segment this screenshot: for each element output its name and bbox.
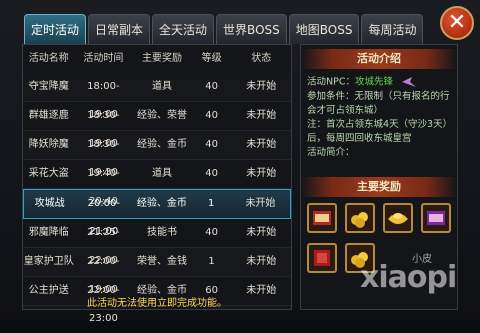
reward-red-card-icon[interactable] <box>307 243 337 273</box>
game-window: 定时活动 日常副本 全天活动 世界BOSS 地图BOSS 每周活动 ✕ 活动名称… <box>0 0 480 324</box>
close-button[interactable]: ✕ <box>440 6 474 40</box>
cell-reward: 技能书 <box>146 227 177 238</box>
npc-pointer-icon <box>402 77 417 87</box>
table-row[interactable]: 降妖除魔 18:30-19:30 经验、金币 40 未开始 <box>23 131 291 178</box>
cell-time: 19:40-20:40 <box>87 168 120 207</box>
cell-status: 未开始 <box>246 110 277 121</box>
npc-line: 活动NPC：攻城先锋 <box>307 75 453 90</box>
reward-exp-scroll-icon[interactable] <box>307 203 337 233</box>
close-icon: ✕ <box>447 10 467 35</box>
cell-name: 邪魔降临 <box>28 227 69 238</box>
cell-level: 40 <box>205 168 218 179</box>
rewards-title: 主要奖励 <box>301 177 457 197</box>
reward-gold-ingot-icon[interactable] <box>383 203 413 233</box>
cell-name: 降妖除魔 <box>28 139 69 150</box>
table-header: 活动名称 活动时间 主要奖励 等级 状态 <box>23 45 291 73</box>
cell-time: 18:30-19:00 <box>87 110 120 149</box>
table-row[interactable]: 邪魔降临 21:25-22:00 技能书 40 未开始 <box>23 219 291 266</box>
cell-name: 群雄逐鹿 <box>28 110 69 121</box>
tab-timed-activity[interactable]: 定时活动 <box>24 14 87 44</box>
cell-reward: 道具 <box>151 168 172 179</box>
cell-level: 1 <box>208 198 215 209</box>
cell-level: 40 <box>205 110 218 121</box>
cell-status: 未开始 <box>245 198 276 209</box>
tab-world-boss[interactable]: 世界BOSS <box>216 14 287 44</box>
reward-gold-coins-icon[interactable] <box>345 203 375 233</box>
header-status: 状态 <box>251 53 272 64</box>
cell-level: 40 <box>205 81 218 92</box>
cell-name: 夺宝降魔 <box>28 81 69 92</box>
cell-name: 采花大盗 <box>28 168 69 179</box>
cell-level: 1 <box>208 256 215 267</box>
detail-title: 活动介绍 <box>301 49 457 69</box>
npc-label: 活动NPC： <box>307 76 355 88</box>
reward-exp-scroll-2-icon[interactable] <box>421 203 451 233</box>
cell-status: 未开始 <box>246 256 277 267</box>
condition-line: 参加条件：无限制（只有报名的行会才可占领东城） <box>307 90 450 116</box>
tab-bar: 定时活动 日常副本 全天活动 世界BOSS 地图BOSS 每周活动 <box>24 14 424 44</box>
cell-time: 22:00-19:00 <box>87 256 120 295</box>
cell-time: 18:30-19:30 <box>87 139 120 178</box>
cell-reward: 道具 <box>151 81 172 92</box>
cell-time: 20:00-21:00 <box>87 198 121 237</box>
cell-time: 18:00-19:00 <box>87 81 120 120</box>
cell-status: 未开始 <box>246 227 277 238</box>
table-row[interactable]: 采花大盗 19:40-20:40 道具 40 未开始 <box>23 160 291 207</box>
cell-status: 未开始 <box>246 168 277 179</box>
cell-time: 21:25-22:00 <box>87 227 120 266</box>
table-row[interactable]: 夺宝降魔 18:00-19:00 道具 40 未开始 <box>23 73 291 120</box>
table-row[interactable]: 皇家护卫队 22:00-19:00 荣誉、金钱 1 未开始 <box>23 248 291 295</box>
cell-reward: 经验、荣誉 <box>136 110 187 121</box>
tab-map-boss[interactable]: 地图BOSS <box>288 14 360 44</box>
cell-reward: 经验、金币 <box>136 198 187 209</box>
intro-line: 活动简介： <box>307 146 355 158</box>
header-reward: 主要奖励 <box>141 53 182 64</box>
footnote: 此活动无法使用立即完成功能。 <box>87 298 227 309</box>
cell-name: 攻城战 <box>34 198 65 209</box>
cell-status: 未开始 <box>246 139 277 150</box>
cell-reward: 经验、金币 <box>136 139 187 150</box>
cell-name: 皇家护卫队 <box>23 256 74 267</box>
cell-reward: 荣誉、金钱 <box>136 256 187 267</box>
table-row[interactable]: 攻城战 20:00-21:00 经验、金币 1 未开始 <box>23 189 291 237</box>
watermark: xiaopi <box>360 260 457 295</box>
npc-value[interactable]: 攻城先锋 <box>355 77 393 88</box>
cell-status: 未开始 <box>246 81 277 92</box>
tab-daily-dungeon[interactable]: 日常副本 <box>88 14 151 44</box>
cell-level: 40 <box>205 227 218 238</box>
tab-weekly-activity[interactable]: 每周活动 <box>361 14 424 44</box>
table-body: 夺宝降魔 18:00-19:00 道具 40 未开始 群雄逐鹿 18:30-19:00 经验、… <box>23 73 291 324</box>
note-line: 注：首次占领东城4天（守沙3天）后，每周四回收东城皇宫 <box>307 118 453 144</box>
header-name: 活动名称 <box>28 53 69 64</box>
header-level: 等级 <box>201 53 222 64</box>
tab-all-day-activity[interactable]: 全天活动 <box>152 14 215 44</box>
table-row[interactable]: 群雄逐鹿 18:30-19:00 经验、荣誉 40 未开始 <box>23 102 291 149</box>
detail-info: 活动NPC：攻城先锋 参加条件：无限制（只有报名的行会才可占领东城） 注：首次占… <box>307 75 453 160</box>
activity-table: 活动名称 活动时间 主要奖励 等级 状态 夺宝降魔 18:00-19:00 道具 40… <box>22 44 292 324</box>
header-time: 活动时间 <box>83 53 124 64</box>
cell-level: 40 <box>205 139 218 150</box>
